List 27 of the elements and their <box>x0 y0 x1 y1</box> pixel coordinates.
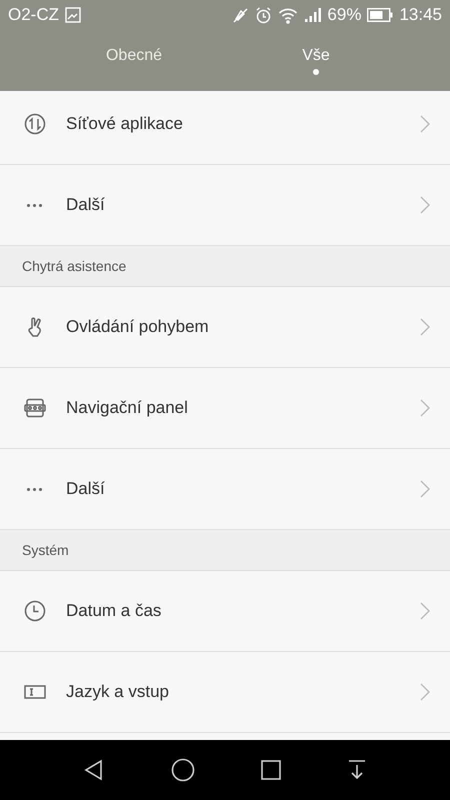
navigation-bar-icon <box>24 397 46 419</box>
recents-icon[interactable] <box>261 760 281 780</box>
chevron-icon <box>420 318 430 336</box>
clock-icon <box>24 600 46 622</box>
clock-time: 13:45 <box>399 5 442 25</box>
chevron-icon <box>420 196 430 214</box>
wifi-icon <box>278 6 298 24</box>
arrows-circle-icon <box>24 113 46 135</box>
home-icon[interactable] <box>171 758 195 782</box>
chevron-icon <box>420 399 430 417</box>
chevron-icon <box>420 115 430 133</box>
muted-icon <box>232 6 250 24</box>
section-header: Systém <box>0 530 450 571</box>
battery-percent: 69% <box>327 5 362 25</box>
carrier-name: O2-CZ <box>8 5 59 25</box>
section-header: Chytrá asistence <box>0 246 450 287</box>
chevron-icon <box>420 480 430 498</box>
more-icon <box>27 488 42 490</box>
alarm-icon <box>255 6 272 24</box>
signal-icon <box>304 7 322 23</box>
chevron-icon <box>420 683 430 701</box>
image-icon <box>65 7 81 23</box>
pull-down-icon[interactable] <box>347 759 367 781</box>
back-icon[interactable] <box>83 759 105 781</box>
chevron-icon <box>420 602 430 620</box>
battery-icon <box>367 8 394 22</box>
more-icon <box>27 204 42 206</box>
